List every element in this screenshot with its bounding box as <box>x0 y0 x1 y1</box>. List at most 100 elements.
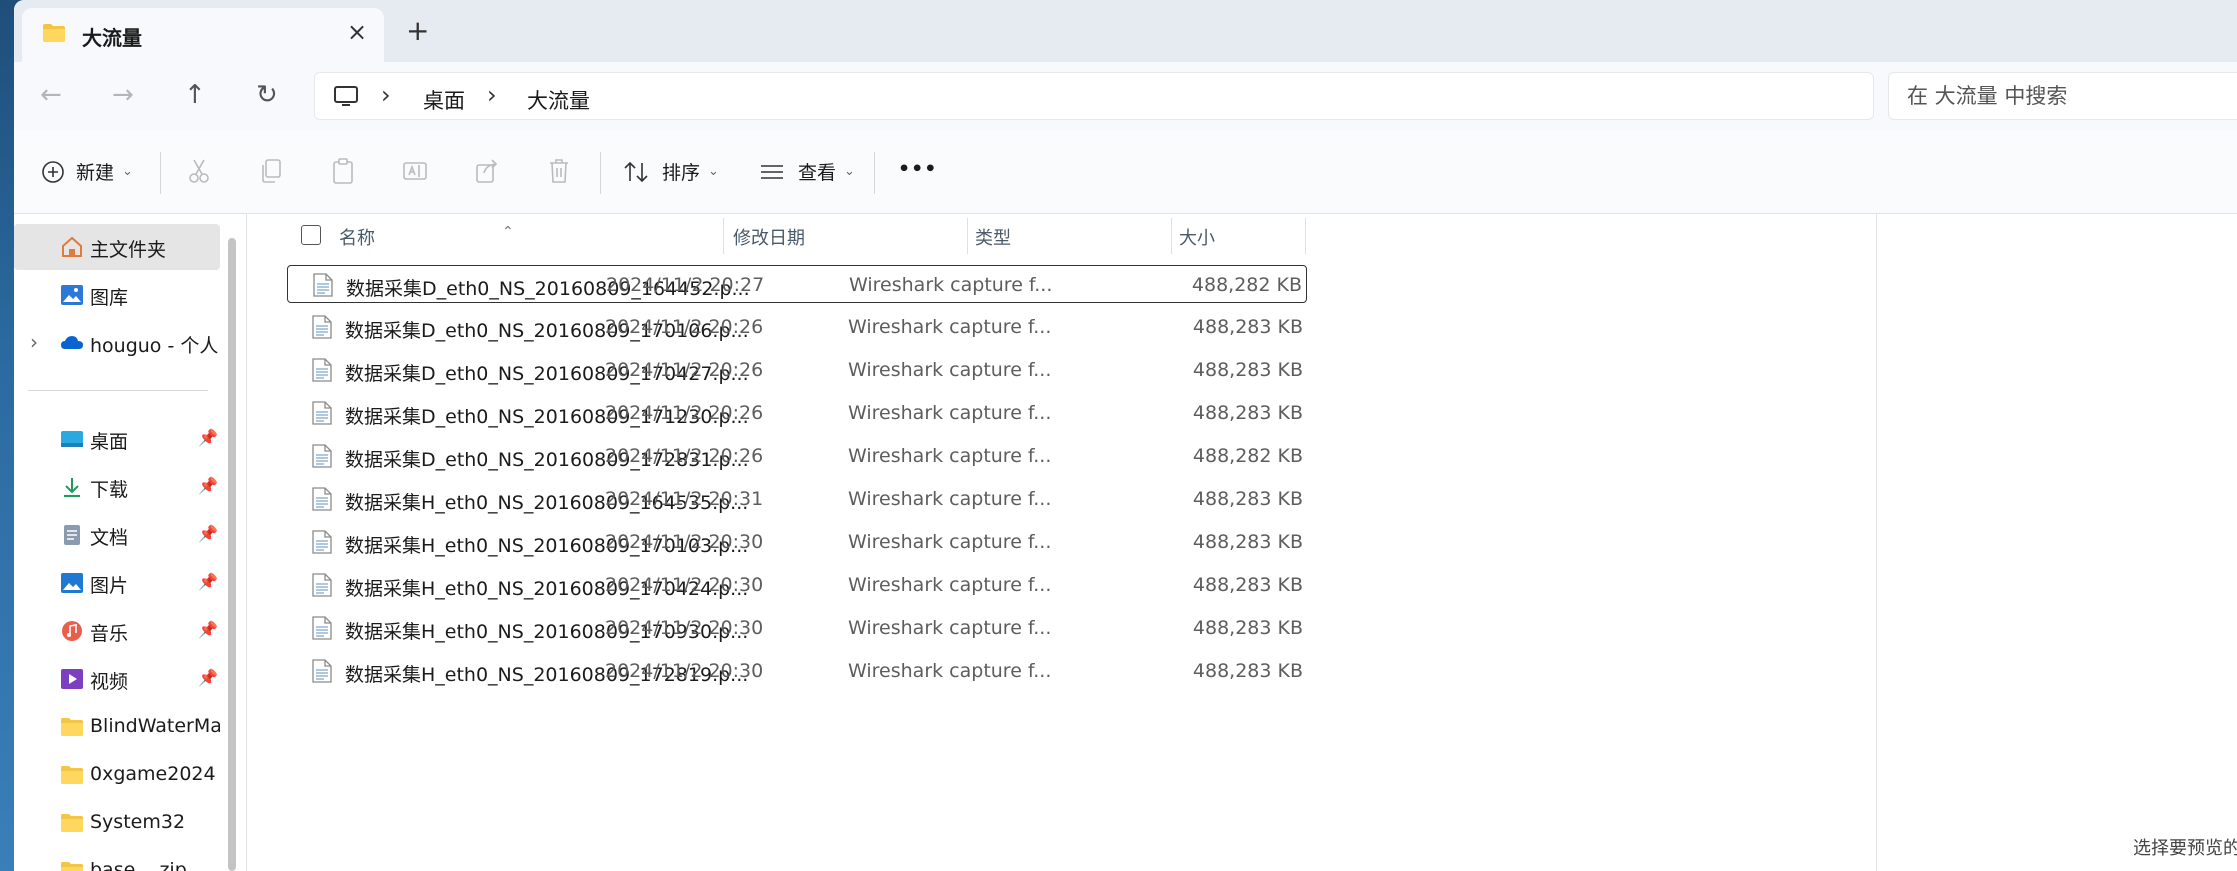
preview-pane: 选择要预览的文件。 <box>1876 214 2237 871</box>
column-header-name[interactable]: 名称 <box>339 224 375 250</box>
music-icon <box>62 621 82 641</box>
back-arrow-icon[interactable]: ← <box>40 80 62 110</box>
sidebar-item-label: 文档 <box>90 527 129 549</box>
pin-icon[interactable]: 📌 <box>198 476 218 495</box>
file-row[interactable]: 数据采集D_eth0_NS_20160809_171230.p... 2024/1… <box>287 394 1307 432</box>
file-row[interactable]: 数据采集D_eth0_NS_20160809_170427.p... 2024/1… <box>287 351 1307 389</box>
tab-current[interactable]: 大流量 × <box>22 8 384 62</box>
column-header-date[interactable]: 修改日期 <box>733 224 805 250</box>
up-arrow-icon[interactable]: ↑ <box>184 80 206 110</box>
file-row[interactable]: 数据采集H_eth0_NS_20160809_170103.p... 2024/1… <box>287 523 1307 561</box>
sidebar-item-onedrive[interactable]: › houguo - 个人 <box>14 320 220 366</box>
column-header-row: ⌃ 名称 修改日期 类型 大小 <box>247 214 1307 256</box>
file-type: Wireshark capture f... <box>848 574 1052 596</box>
file-row[interactable]: 数据采集D_eth0_NS_20160809_172831.p... 2024/1… <box>287 437 1307 475</box>
delete-icon[interactable] <box>546 157 572 189</box>
file-size: 488,283 KB <box>1192 488 1303 510</box>
column-header-type[interactable]: 类型 <box>975 224 1011 250</box>
sidebar-item-folder[interactable]: 0xgame2024 <box>14 752 220 798</box>
refresh-icon[interactable]: ↻ <box>256 80 278 110</box>
paste-icon[interactable] <box>330 157 356 189</box>
file-size: 488,282 KB <box>1192 445 1303 467</box>
file-size: 488,283 KB <box>1192 316 1303 338</box>
chevron-right-icon[interactable]: › <box>30 330 38 354</box>
cut-icon[interactable] <box>186 157 212 189</box>
more-options-icon[interactable]: ••• <box>898 158 937 180</box>
sidebar-item-folder[interactable]: System32 <box>14 800 220 846</box>
sidebar-item-desktop[interactable]: 桌面 📌 <box>14 416 220 462</box>
forward-arrow-icon[interactable]: → <box>112 80 134 110</box>
file-type: Wireshark capture f... <box>848 488 1052 510</box>
onedrive-icon <box>61 336 83 349</box>
file-size: 488,283 KB <box>1192 574 1303 596</box>
download-icon <box>64 478 80 497</box>
sort-button[interactable]: 排序 ⌄ <box>622 158 719 185</box>
breadcrumb-desktop[interactable]: 桌面 <box>423 85 465 115</box>
sidebar-item-folder[interactable]: BlindWaterMark <box>14 704 220 750</box>
file-row[interactable]: 数据采集D_eth0_NS_20160809_170106.p... 2024/1… <box>287 308 1307 346</box>
folder-icon <box>42 23 66 47</box>
sort-ascending-icon: ⌃ <box>502 224 514 240</box>
chevron-down-icon: ⌄ <box>844 164 855 179</box>
address-bar[interactable]: › 桌面 › 大流量 <box>314 72 1874 120</box>
sidebar-item-label: 0xgame2024 <box>90 763 216 785</box>
navigation-pane: 主文件夹 图库 › houguo - 个人 桌面 📌 下载 📌 文档 📌 图片 … <box>14 214 242 871</box>
view-button[interactable]: 查看 ⌄ <box>758 158 855 185</box>
file-date: 2024/11/2 20:26 <box>605 359 764 381</box>
file-row[interactable]: 数据采集H_eth0_NS_20160809_172819.p... 2024/1… <box>287 652 1307 690</box>
computer-icon[interactable] <box>333 85 359 113</box>
breadcrumb-current-folder[interactable]: 大流量 <box>527 85 590 115</box>
pin-icon[interactable]: 📌 <box>198 524 218 543</box>
search-input[interactable] <box>1907 81 2227 111</box>
sidebar-scrollbar[interactable] <box>228 238 236 871</box>
file-size: 488,283 KB <box>1192 617 1303 639</box>
search-box[interactable] <box>1888 72 2237 120</box>
pin-icon[interactable]: 📌 <box>198 428 218 447</box>
share-icon[interactable] <box>474 157 500 189</box>
file-date: 2024/11/2 20:30 <box>605 660 764 682</box>
sidebar-item-downloads[interactable]: 下载 📌 <box>14 464 220 510</box>
sidebar-item-gallery[interactable]: 图库 <box>14 272 220 318</box>
column-divider[interactable] <box>967 218 968 254</box>
sidebar-item-label: 主文件夹 <box>90 239 167 261</box>
sidebar-item-videos[interactable]: 视频 📌 <box>14 656 220 702</box>
sidebar-item-documents[interactable]: 文档 📌 <box>14 512 220 558</box>
file-row[interactable]: 数据采集D_eth0_NS_20160809_164452.p... 2024/1… <box>287 265 1307 303</box>
sidebar-item-home[interactable]: 主文件夹 <box>14 224 220 270</box>
folder-icon <box>61 814 83 832</box>
rename-icon[interactable] <box>402 157 428 189</box>
file-size: 488,283 KB <box>1192 531 1303 553</box>
pin-icon[interactable]: 📌 <box>198 668 218 687</box>
sort-icon <box>624 161 648 182</box>
select-all-checkbox[interactable] <box>301 225 321 245</box>
pin-icon[interactable]: 📌 <box>198 572 218 591</box>
column-divider[interactable] <box>723 218 724 254</box>
command-bar: 新建 ⌄ 排序 ⌄ 查看 ⌄ ••• <box>14 130 2237 214</box>
chevron-right-icon[interactable]: › <box>381 81 391 109</box>
file-size: 488,282 KB <box>1191 274 1302 296</box>
sidebar-item-pictures[interactable]: 图片 📌 <box>14 560 220 606</box>
column-divider[interactable] <box>1305 218 1306 254</box>
file-date: 2024/11/2 20:26 <box>605 316 764 338</box>
column-header-size[interactable]: 大小 <box>1179 224 1215 250</box>
file-type: Wireshark capture f... <box>848 359 1052 381</box>
sidebar-item-label: 下载 <box>90 479 129 501</box>
capture-file-icon <box>311 658 333 689</box>
sidebar-item-label: 音乐 <box>90 623 129 645</box>
column-divider[interactable] <box>1171 218 1172 254</box>
close-icon[interactable]: × <box>347 18 367 46</box>
new-button[interactable]: 新建 ⌄ <box>40 158 133 185</box>
chevron-right-icon[interactable]: › <box>487 81 497 109</box>
sidebar-item-folder[interactable]: base....zip <box>14 848 220 871</box>
file-row[interactable]: 数据采集H_eth0_NS_20160809_164535.p... 2024/1… <box>287 480 1307 518</box>
file-row[interactable]: 数据采集H_eth0_NS_20160809_170424.p... 2024/1… <box>287 566 1307 604</box>
capture-file-icon <box>311 400 333 431</box>
sidebar-item-music[interactable]: 音乐 📌 <box>14 608 220 654</box>
pictures-icon <box>61 573 83 593</box>
sidebar-item-label: BlindWaterMark <box>90 715 220 737</box>
new-tab-button[interactable]: + <box>406 14 429 47</box>
capture-file-icon <box>311 529 333 560</box>
file-row[interactable]: 数据采集H_eth0_NS_20160809_170930.p... 2024/1… <box>287 609 1307 647</box>
copy-icon[interactable] <box>258 157 284 189</box>
pin-icon[interactable]: 📌 <box>198 620 218 639</box>
